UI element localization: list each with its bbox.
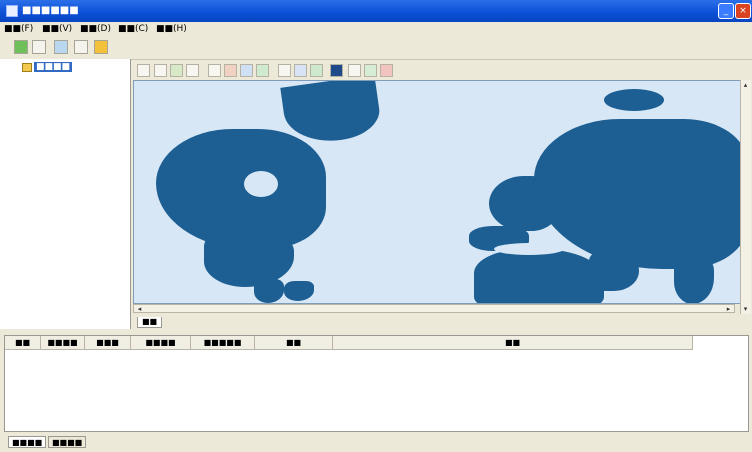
col-header[interactable]: ■■ — [333, 336, 693, 349]
refresh-icon[interactable] — [54, 40, 68, 54]
table-header: ■■ ■■■■ ■■■ ■■■■ ■■■■■ ■■ ■■ — [5, 336, 693, 350]
menu-file[interactable]: ■■(F) — [4, 24, 33, 34]
folder-icon — [22, 63, 32, 72]
info-icon[interactable] — [278, 64, 291, 77]
scroll-left-icon[interactable]: ◂ — [135, 305, 144, 313]
tree-root-item[interactable]: ■■■■ — [34, 62, 73, 72]
close-icon[interactable] — [380, 64, 393, 77]
zoom-in-icon[interactable] — [170, 64, 183, 77]
col-header[interactable]: ■■■ — [85, 336, 131, 349]
map-tab-strip: ■■ — [133, 315, 751, 328]
col-header[interactable]: ■■ — [255, 336, 333, 349]
pan-icon[interactable] — [154, 64, 167, 77]
warning-icon[interactable] — [94, 40, 108, 54]
edit-icon[interactable] — [32, 40, 46, 54]
scroll-down-icon[interactable]: ▾ — [741, 305, 750, 313]
close-button[interactable]: × — [735, 3, 751, 19]
florida-landmass — [284, 281, 314, 301]
settings-icon[interactable] — [310, 64, 323, 77]
minimize-button[interactable]: _ — [718, 3, 734, 19]
menu-help[interactable]: ■■(H) — [156, 24, 187, 34]
tab-log[interactable]: ■■■■ — [48, 436, 87, 448]
africa-landmass — [474, 249, 604, 303]
menu-view[interactable]: ■■(V) — [42, 24, 72, 34]
device-tree-panel: ■■■■ — [0, 59, 131, 329]
help-icon[interactable] — [364, 64, 377, 77]
map-horizontal-scrollbar[interactable]: ◂ ▸ — [133, 304, 735, 313]
bottom-tab-strip: ■■■■ ■■■■ — [0, 433, 752, 452]
window-title: ■■■■■■ — [22, 5, 79, 16]
india-landmass — [674, 256, 714, 303]
list-icon[interactable] — [74, 40, 88, 54]
scroll-right-icon[interactable]: ▸ — [724, 305, 733, 313]
arctic-islands-landmass — [604, 89, 664, 111]
rect-icon[interactable] — [330, 64, 343, 77]
tab-view[interactable]: ■■ — [137, 317, 163, 328]
alarm-table-panel: ■■ ■■■■ ■■■ ■■■■ ■■■■■ ■■ ■■ — [4, 335, 749, 432]
right-icon[interactable] — [224, 64, 237, 77]
arabia-landmass — [589, 251, 639, 291]
asia-landmass — [534, 119, 746, 269]
left-icon[interactable] — [208, 64, 221, 77]
layers-icon[interactable] — [256, 64, 269, 77]
line-icon[interactable] — [348, 64, 361, 77]
col-header[interactable]: ■■■■ — [131, 336, 191, 349]
grid-icon[interactable] — [240, 64, 253, 77]
scroll-up-icon[interactable]: ▴ — [741, 81, 750, 89]
map-vertical-scrollbar[interactable]: ▴ ▾ — [740, 80, 751, 314]
hudson-bay — [244, 171, 278, 197]
menu-data[interactable]: ■■(D) — [80, 24, 111, 34]
main-toolbar — [0, 37, 752, 60]
app-icon — [6, 5, 18, 17]
menu-bar: ■■(F) ■■(V) ■■(D) ■■(C) ■■(H) — [0, 22, 752, 37]
zoom-out-icon[interactable] — [186, 64, 199, 77]
title-bar: ■■■■■■ _ × — [0, 0, 752, 22]
col-header[interactable]: ■■ — [5, 336, 41, 349]
world-map[interactable] — [133, 80, 747, 304]
col-header[interactable]: ■■■■■ — [191, 336, 255, 349]
usa-landmass — [204, 231, 294, 287]
menu-config[interactable]: ■■(C) — [118, 24, 148, 34]
tab-alarm[interactable]: ■■■■ — [8, 436, 47, 448]
table-icon[interactable] — [294, 64, 307, 77]
map-toolbar — [132, 62, 751, 80]
col-header[interactable]: ■■■■ — [41, 336, 85, 349]
mediterranean-sea — [494, 243, 564, 255]
add-icon[interactable] — [14, 40, 28, 54]
select-icon[interactable] — [137, 64, 150, 77]
mexico-landmass — [254, 279, 284, 303]
